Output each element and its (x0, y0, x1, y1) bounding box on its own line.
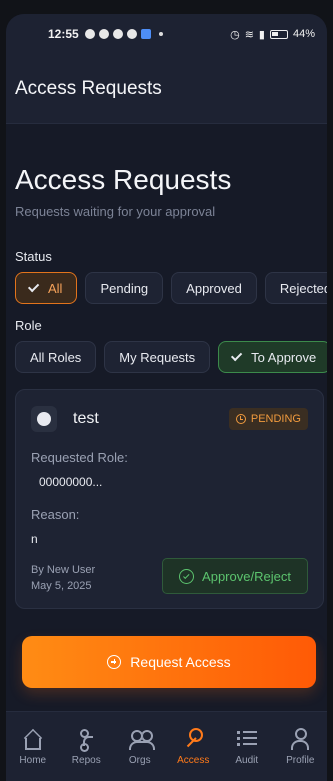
status-time: 12:55 (48, 27, 79, 41)
request-access-label: Request Access (130, 654, 231, 670)
main-content[interactable]: Access Requests Requests waiting for you… (6, 124, 327, 724)
nav-item-audit[interactable]: Audit (220, 712, 274, 781)
approve-reject-button[interactable]: Approve/Reject (162, 558, 308, 594)
chip-label: To Approve (251, 349, 317, 365)
status-badge: PENDING (228, 408, 308, 430)
battery-icon (269, 29, 288, 39)
status-filter-label: Status (15, 249, 52, 264)
check-icon (231, 349, 243, 362)
nav-label: Orgs (128, 754, 151, 766)
system-indicators: ◷ ≋ ▮ 44% (230, 28, 315, 41)
facebook-icon (84, 29, 95, 39)
chip-label: All (48, 280, 63, 296)
nav-label: Home (19, 754, 47, 766)
status-chip-pending[interactable]: Pending (85, 272, 164, 304)
status-filter-chips: All Pending Approved Rejected (15, 272, 327, 304)
reason-label: Reason: (31, 507, 80, 522)
nav-label: Repos (71, 754, 101, 766)
status-chip-all[interactable]: All (15, 272, 78, 304)
more-dot-icon (158, 32, 163, 36)
bottom-nav: Home Repos Orgs Access Audit Profile (6, 711, 327, 781)
signal-icon: ▮ (258, 28, 265, 41)
app-notification-icon (140, 29, 151, 39)
branch-icon (75, 728, 97, 750)
requested-role-label: Requested Role: (31, 450, 128, 465)
nav-label: Access (177, 754, 210, 766)
chip-label: All Roles (30, 349, 82, 365)
nav-item-repos[interactable]: Repos (60, 712, 114, 781)
chip-label: Rejected (279, 280, 327, 296)
role-filter-label: Role (15, 318, 42, 333)
home-icon (22, 728, 44, 750)
status-badge-label: PENDING (250, 413, 301, 425)
wifi-icon: ≋ (244, 28, 254, 41)
status-chip-approved[interactable]: Approved (171, 272, 257, 304)
battery-level: 44% (292, 28, 315, 40)
request-date: May 5, 2025 (31, 580, 92, 592)
page-subtitle: Requests waiting for your approval (15, 204, 216, 219)
reason-value: n (31, 532, 38, 546)
requested-by: By New User (31, 564, 96, 576)
nav-item-orgs[interactable]: Orgs (113, 712, 167, 781)
role-chip-to-approve[interactable]: To Approve (218, 341, 327, 373)
app-bar-title: Access Requests (15, 77, 162, 99)
chip-label: Approved (186, 280, 242, 296)
nav-label: Audit (235, 754, 259, 766)
role-chip-my-requests[interactable]: My Requests (104, 341, 211, 373)
key-icon (182, 727, 204, 750)
clock-icon (235, 414, 246, 424)
chip-label: My Requests (119, 349, 196, 365)
card-footer: By New User May 5, 2025 Approve/Reject (31, 558, 308, 594)
chip-label: Pending (100, 280, 149, 296)
card-header: test PENDING (31, 406, 308, 432)
access-request-card[interactable]: test PENDING Requested Role: 00000000...… (15, 389, 324, 609)
nav-label: Profile (286, 754, 315, 766)
approve-reject-label: Approve/Reject (202, 568, 291, 584)
role-filter-chips: All Roles My Requests To Approve (15, 341, 327, 373)
role-chip-all-roles[interactable]: All Roles (15, 341, 97, 373)
nav-item-profile[interactable]: Profile (274, 712, 328, 781)
app-frame: 12:55 ◷ ≋ ▮ 44% Access Requests Access R… (6, 14, 327, 781)
request-meta: By New User May 5, 2025 (31, 562, 95, 594)
list-icon (236, 728, 258, 750)
requested-role-value: 00000000... (39, 475, 103, 489)
check-circle-icon (179, 568, 195, 584)
whatsapp-icon (112, 29, 123, 39)
page-title: Access Requests (15, 164, 232, 195)
request-name: test (73, 410, 99, 427)
people-icon (128, 728, 155, 750)
user-icon (289, 727, 311, 750)
app-bar: Access Requests (6, 54, 327, 124)
check-icon (27, 280, 40, 293)
notification-icons (84, 29, 163, 39)
nav-item-access[interactable]: Access (167, 712, 221, 781)
bulb-icon (126, 29, 137, 39)
status-chip-rejected[interactable]: Rejected (264, 272, 327, 304)
nav-item-home[interactable]: Home (6, 712, 60, 781)
status-bar: 12:55 ◷ ≋ ▮ 44% (6, 14, 327, 54)
plus-circle-icon (107, 655, 122, 669)
alarm-icon: ◷ (230, 28, 240, 41)
snapchat-icon (98, 29, 109, 39)
request-access-button[interactable]: Request Access (22, 636, 316, 688)
github-icon (31, 406, 57, 432)
